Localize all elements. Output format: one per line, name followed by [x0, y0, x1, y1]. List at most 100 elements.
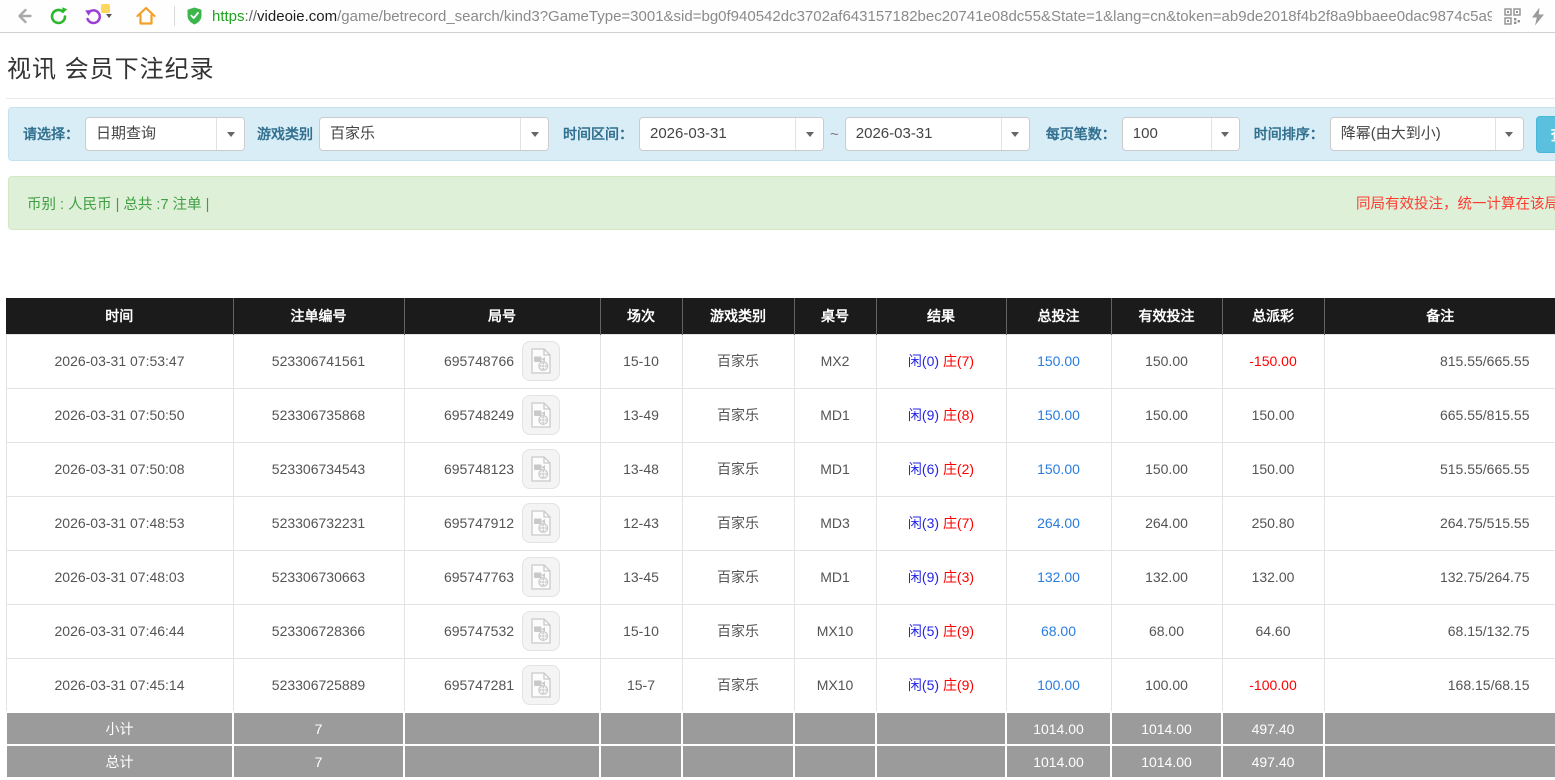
video-replay-button[interactable] — [522, 503, 561, 543]
url-text[interactable]: https://videoie.com/game/betrecord_searc… — [212, 8, 1492, 25]
table-row: 2026-03-31 07:46:44 523306728366 695747532… — [5, 603, 1555, 659]
column-header-2: 局号 — [404, 298, 601, 334]
bet-number-cell: 523306741561 — [232, 333, 405, 389]
time-cell: 2026-03-31 07:46:44 — [5, 603, 234, 659]
bet-number-cell: 523306725889 — [232, 657, 405, 713]
qr-code-icon[interactable] — [1504, 7, 1521, 25]
refresh-button[interactable] — [44, 3, 72, 29]
total-bet-cell: 132.00 — [1005, 549, 1112, 605]
game-type-cell: 百家乐 — [681, 657, 795, 713]
total-bet-link[interactable]: 150.00 — [1037, 353, 1080, 369]
table-row: 2026-03-31 07:48:03 523306730663 695747763… — [5, 549, 1555, 605]
game-type-cell: 百家乐 — [681, 441, 795, 497]
bet-records-table: 时间 注单编号 局号 场次 游戏类别 桌号 结果 总投注 有效投注 总派彩 备注 2026-03-3… — [5, 298, 1555, 779]
chevron-down-icon[interactable] — [216, 118, 244, 150]
chevron-down-icon[interactable] — [1494, 118, 1523, 150]
time-cell: 2026-03-31 07:48:53 — [5, 495, 234, 551]
page-size-select[interactable]: 100 — [1121, 117, 1240, 151]
home-button[interactable] — [132, 3, 160, 29]
result-cell: 闲(9) 庄(8) — [875, 387, 1007, 443]
column-header-10: 备注 — [1324, 298, 1555, 334]
subtotal-row: 小计 7 1014.00 1014.00 497.40 — [5, 711, 1555, 746]
result-player: 闲(6) — [907, 461, 940, 477]
payout-cell: -100.00 — [1221, 657, 1325, 713]
result-banker: 庄(9) — [942, 623, 975, 639]
result-player: 闲(9) — [907, 407, 940, 423]
session-cell: 12-43 — [599, 495, 683, 551]
total-bet-cell: 150.00 — [1005, 441, 1112, 497]
video-replay-button[interactable] — [522, 557, 561, 597]
shield-icon[interactable] — [185, 6, 204, 26]
column-header-9: 总派彩 — [1222, 298, 1325, 334]
chevron-down-icon[interactable] — [1210, 118, 1239, 150]
result-banker: 庄(3) — [942, 569, 975, 585]
total-bet-cell: 100.00 — [1005, 657, 1112, 713]
page-content: 视讯 会员下注纪录 请选择： 日期查询 游戏类别 百家乐 时间区间： 2026-… — [0, 49, 1555, 779]
bet-number-cell: 523306730663 — [232, 549, 405, 605]
total-bet-link[interactable]: 132.00 — [1037, 569, 1080, 585]
remark-cell: 815.55/665.55 — [1323, 333, 1555, 389]
column-header-6: 结果 — [876, 298, 1007, 334]
total-bet-cell: 264.00 — [1005, 495, 1112, 551]
back-button[interactable] — [10, 3, 38, 29]
time-cell: 2026-03-31 07:53:47 — [5, 333, 234, 389]
table-number-cell: MD1 — [793, 387, 877, 443]
chevron-down-icon[interactable] — [1000, 118, 1029, 150]
date-to-picker[interactable]: 2026-03-31 — [844, 117, 1030, 151]
total-bet-link[interactable]: 264.00 — [1037, 515, 1080, 531]
chevron-down-icon[interactable] — [520, 118, 548, 150]
footer-count-cell: 7 — [232, 711, 405, 746]
page-size-label: 每页笔数： — [1045, 126, 1116, 142]
lightning-icon[interactable] — [1531, 7, 1545, 26]
column-header-5: 桌号 — [794, 298, 877, 334]
video-replay-button[interactable] — [522, 449, 561, 489]
result-cell: 闲(3) 庄(7) — [875, 495, 1007, 551]
remark-cell: 515.55/665.55 — [1323, 441, 1555, 497]
column-header-4: 游戏类别 — [682, 298, 795, 334]
table-number-cell: MD1 — [793, 549, 877, 605]
sort-select[interactable]: 降幂(由大到小) — [1329, 117, 1524, 151]
round-cell: 695747763 — [403, 549, 601, 605]
result-player: 闲(5) — [907, 676, 940, 693]
total-bet-link[interactable]: 100.00 — [1037, 677, 1080, 693]
payout-cell: 150.00 — [1221, 387, 1325, 443]
footer-empty-cell — [875, 744, 1007, 779]
session-cell: 13-48 — [599, 441, 683, 497]
video-replay-button[interactable] — [522, 395, 561, 435]
undo-button[interactable] — [78, 3, 118, 29]
select-type-label: 请选择： — [23, 126, 79, 142]
bet-number-cell: 523306734543 — [232, 441, 405, 497]
total-bet-link[interactable]: 68.00 — [1041, 623, 1076, 639]
time-cell: 2026-03-31 07:50:08 — [5, 441, 234, 497]
chevron-down-icon[interactable] — [795, 118, 823, 150]
address-bar[interactable]: https://videoie.com/game/betrecord_searc… — [185, 6, 1545, 26]
round-cell: 695747532 — [403, 603, 601, 659]
round-cell: 695747912 — [403, 495, 601, 551]
query-button[interactable]: 查询 — [1535, 115, 1555, 153]
video-replay-button[interactable] — [522, 341, 561, 381]
game-type-cell: 百家乐 — [681, 603, 795, 659]
total-bet-link[interactable]: 150.00 — [1037, 461, 1080, 477]
query-type-select[interactable]: 日期查询 — [85, 117, 245, 151]
table-number-cell: MX10 — [793, 657, 877, 713]
video-replay-button[interactable] — [522, 664, 561, 705]
total-bet-link[interactable]: 150.00 — [1037, 407, 1080, 423]
date-to-value: 2026-03-31 — [855, 125, 933, 142]
game-type-select[interactable]: 百家乐 — [319, 117, 549, 151]
payout-cell: 150.00 — [1221, 441, 1325, 497]
footer-total-bet-cell: 1014.00 — [1005, 744, 1112, 779]
bet-number-cell: 523306735868 — [232, 387, 405, 443]
table-number-cell: MX10 — [793, 603, 877, 659]
video-replay-button[interactable] — [522, 611, 561, 651]
date-from-picker[interactable]: 2026-03-31 — [639, 117, 824, 151]
game-type-cell: 百家乐 — [681, 387, 795, 443]
footer-count-cell: 7 — [232, 744, 405, 779]
round-cell: 695748249 — [403, 387, 601, 443]
round-number: 695747532 — [443, 623, 515, 639]
footer-empty-cell — [403, 744, 601, 779]
sort-label: 时间排序： — [1253, 126, 1324, 142]
video-file-icon — [530, 348, 552, 374]
table-row: 2026-03-31 07:50:08 523306734543 695748123… — [5, 441, 1555, 497]
table-row: 2026-03-31 07:50:50 523306735868 695748249… — [5, 387, 1555, 443]
table-number-cell: MD1 — [793, 441, 877, 497]
